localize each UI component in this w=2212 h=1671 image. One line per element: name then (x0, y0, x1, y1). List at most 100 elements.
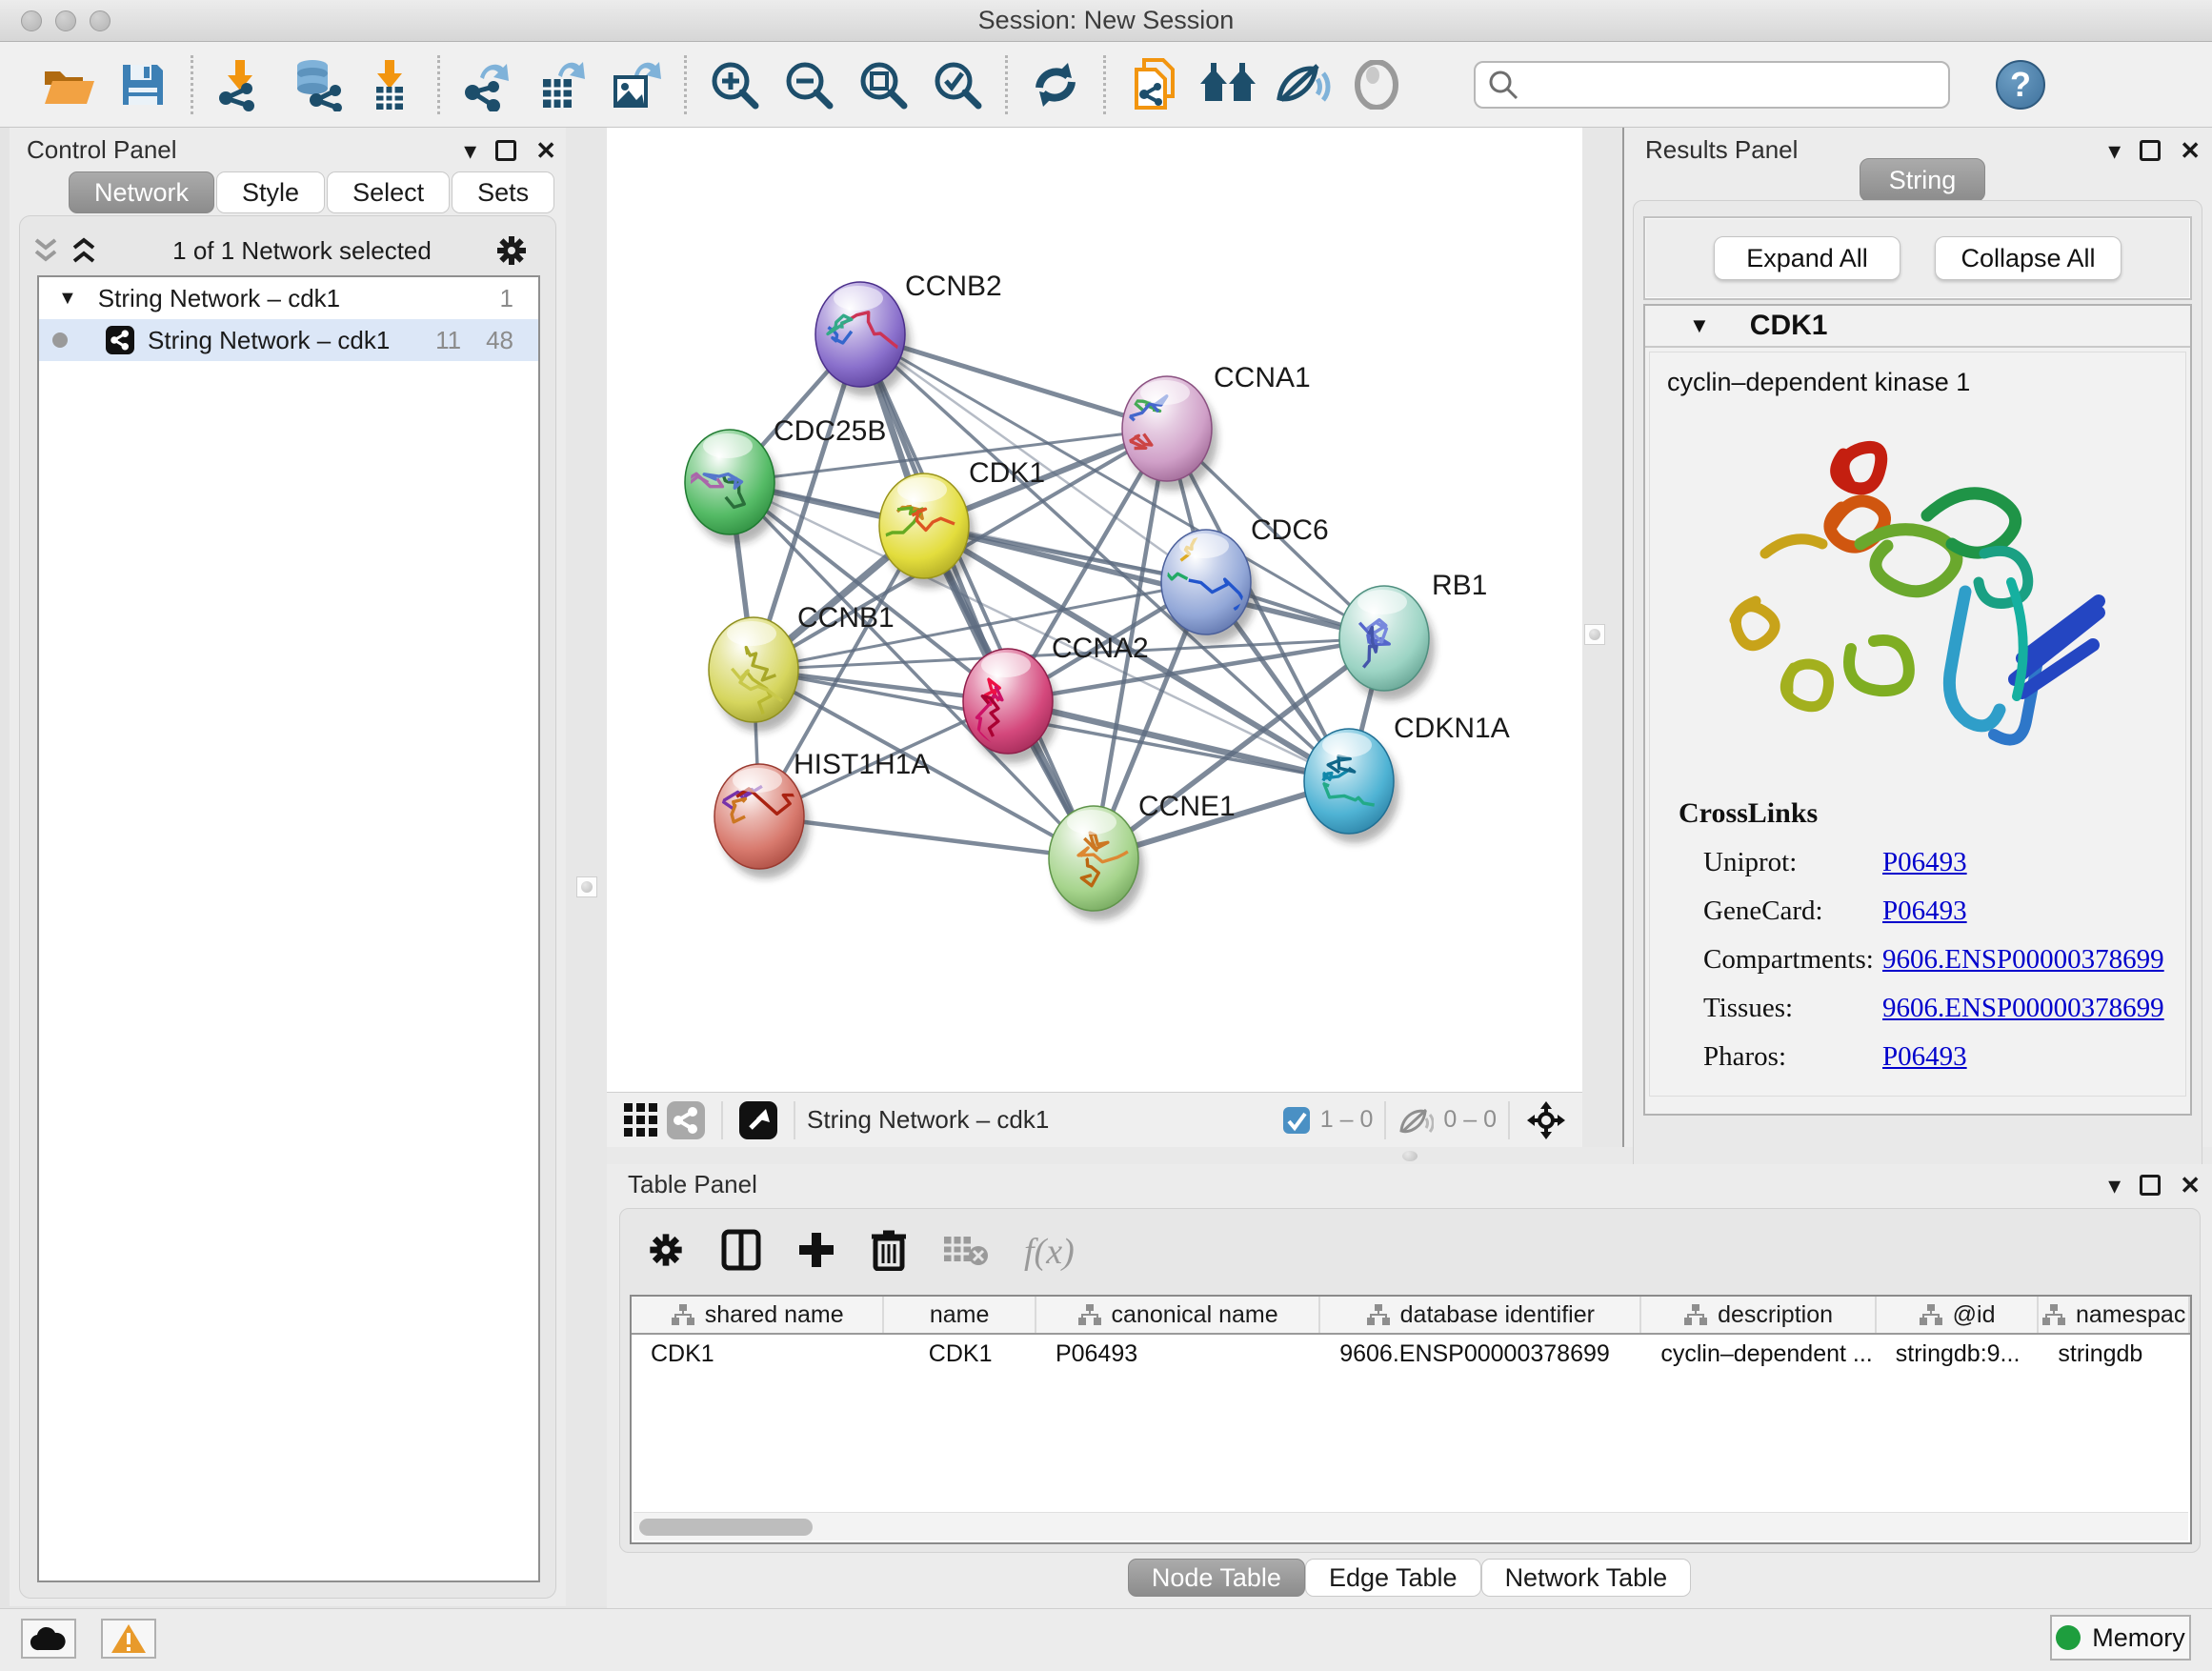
collapse-all-networks-icon[interactable] (33, 236, 58, 265)
tab-network-table[interactable]: Network Table (1481, 1559, 1692, 1597)
table-panel-title: Table Panel (628, 1170, 757, 1199)
left-splitter-handle[interactable] (576, 876, 597, 897)
zoom-window-button[interactable] (90, 10, 111, 31)
node-CDKN1A[interactable]: CDKN1A (1304, 713, 1510, 843)
grid-icon (624, 1103, 658, 1137)
help-button[interactable]: ? (1996, 60, 2045, 110)
panel-float-icon[interactable] (2140, 1175, 2161, 1196)
expand-all-button[interactable]: Expand All (1714, 236, 1900, 280)
zoom-selected-button[interactable] (925, 53, 990, 116)
show-all-button[interactable] (1344, 53, 1409, 116)
column-header-description[interactable]: description (1641, 1297, 1876, 1333)
minimize-window-button[interactable] (55, 10, 76, 31)
tab-style[interactable]: Style (216, 171, 325, 213)
zoom-fit-button[interactable] (851, 53, 915, 116)
table-icon (543, 79, 572, 108)
crosslink-link[interactable]: P06493 (1882, 847, 1967, 878)
cloud-button[interactable] (21, 1619, 76, 1659)
tab-sets[interactable]: Sets (452, 171, 554, 213)
network-tree-row[interactable]: String Network – cdk11148 (39, 319, 538, 361)
panel-menu-icon[interactable]: ▾ (464, 138, 476, 163)
table-cell: 9606.ENSP00000378699 (1320, 1335, 1641, 1373)
network-style-button[interactable] (662, 1099, 710, 1141)
fit-content-button[interactable] (1521, 1097, 1571, 1143)
search-input[interactable] (1519, 70, 1929, 99)
graphics-details-button[interactable] (620, 1099, 662, 1141)
column-header-shared-name[interactable]: shared name (632, 1297, 884, 1333)
column-header-database-identifier[interactable]: database identifier (1320, 1297, 1641, 1333)
hide-selection-button[interactable] (1270, 53, 1335, 116)
show-columns-icon[interactable] (721, 1229, 761, 1276)
panel-close-icon[interactable]: ✕ (2180, 1173, 2201, 1198)
panel-close-icon[interactable]: ✕ (535, 138, 556, 163)
node-CCNB1[interactable]: CCNB1 (709, 602, 895, 732)
zoom-in-button[interactable] (702, 53, 767, 116)
crosslink-link[interactable]: 9606.ENSP00000378699 (1882, 993, 2164, 1024)
panel-menu-icon[interactable]: ▾ (2108, 1173, 2121, 1198)
selected-checkbox-icon[interactable] (1282, 1106, 1311, 1135)
export-network-button[interactable] (455, 53, 520, 116)
import-network-file-button[interactable] (209, 53, 273, 116)
node-label-HIST1H1A: HIST1H1A (794, 749, 930, 780)
close-window-button[interactable] (21, 10, 42, 31)
column-header-name[interactable]: name (884, 1297, 1036, 1333)
panel-close-icon[interactable]: ✕ (2180, 138, 2201, 163)
save-session-button[interactable] (111, 53, 175, 116)
import-network-database-button[interactable] (283, 53, 348, 116)
tab-node-table[interactable]: Node Table (1128, 1559, 1305, 1597)
collapse-all-button[interactable]: Collapse All (1935, 236, 2122, 280)
new-network-from-selection-button[interactable] (1121, 53, 1186, 116)
table-options-gear-icon[interactable] (647, 1231, 685, 1274)
network-options-gear-icon[interactable] (494, 233, 529, 268)
export-image-button[interactable] (604, 53, 669, 116)
first-neighbors-button[interactable] (1196, 53, 1260, 116)
search-field[interactable] (1474, 61, 1950, 109)
expander-triangle-icon[interactable]: ▼ (58, 288, 77, 310)
panel-menu-icon[interactable]: ▾ (2108, 138, 2121, 163)
add-column-icon[interactable] (797, 1231, 835, 1274)
export-table-button[interactable] (530, 53, 594, 116)
node-table[interactable]: shared namenamecanonical namedatabase id… (630, 1295, 2192, 1544)
column-header-namespac[interactable]: namespac (2039, 1297, 2190, 1333)
tab-select[interactable]: Select (327, 171, 450, 213)
node-CCNE1[interactable]: CCNE1 (1049, 791, 1236, 920)
delete-column-icon[interactable] (872, 1229, 906, 1276)
warnings-button[interactable] (101, 1619, 156, 1659)
left-splitter[interactable] (566, 128, 607, 1606)
scrollbar-thumb[interactable] (639, 1519, 813, 1536)
column-header--id[interactable]: @id (1877, 1297, 2040, 1333)
tab-network[interactable]: Network (69, 171, 214, 213)
crosslink-row: Pharos:P06493 (1679, 1041, 2185, 1073)
node-CDK1[interactable]: CDK1 (879, 457, 1045, 588)
right-splitter[interactable] (1582, 128, 1622, 1147)
crosslink-link[interactable]: P06493 (1882, 896, 1967, 927)
expand-all-networks-icon[interactable] (71, 236, 96, 265)
main-toolbar: ? (0, 42, 2212, 128)
table-row[interactable]: CDK1CDK1P064939606.ENSP00000378699cyclin… (632, 1335, 2190, 1373)
node-CDC6[interactable]: CDC6 (1156, 514, 1329, 644)
memory-button[interactable]: Memory (2050, 1615, 2191, 1661)
network-graph[interactable]: CCNB2CCNA1CDC25BCDK1CDC6RB1CCNB1CCNA2CDK… (607, 128, 1582, 1092)
column-header-canonical-name[interactable]: canonical name (1036, 1297, 1320, 1333)
right-splitter-handle[interactable] (1584, 624, 1605, 645)
crosslink-link[interactable]: 9606.ENSP00000378699 (1882, 944, 2164, 976)
tab-edge-table[interactable]: Edge Table (1305, 1559, 1481, 1597)
tab-string[interactable]: String (1860, 158, 1985, 202)
apply-layout-button[interactable] (1023, 53, 1088, 116)
collapse-triangle-icon[interactable]: ▼ (1689, 313, 1710, 338)
table-panel: Table Panel ▾ ✕ (607, 1164, 2212, 1608)
import-table-button[interactable] (357, 53, 422, 116)
panel-float-icon[interactable] (495, 140, 516, 161)
network-tree-row[interactable]: ▼String Network – cdk11 (39, 277, 538, 319)
open-session-button[interactable] (36, 53, 101, 116)
node-CCNA1[interactable]: CCNA1 (1122, 362, 1311, 491)
panel-float-icon[interactable] (2140, 140, 2161, 161)
node-RB1[interactable]: RB1 (1339, 570, 1487, 700)
crosslink-link[interactable]: P06493 (1882, 1041, 1967, 1073)
zoom-out-button[interactable] (776, 53, 841, 116)
birdseye-view-button[interactable] (734, 1099, 782, 1141)
node-HIST1H1A[interactable]: HIST1H1A (714, 749, 930, 878)
gene-section-header[interactable]: ▼ CDK1 (1645, 306, 2190, 348)
table-horizontal-scrollbar[interactable] (633, 1512, 2188, 1540)
network-canvas[interactable]: CCNB2CCNA1CDC25BCDK1CDC6RB1CCNB1CCNA2CDK… (607, 128, 1582, 1092)
